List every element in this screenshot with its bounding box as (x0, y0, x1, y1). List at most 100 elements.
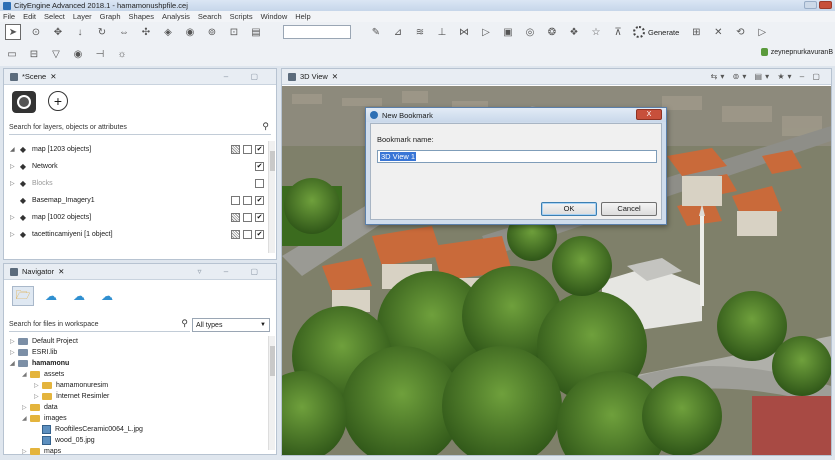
random-seed-icon[interactable]: ✕ (711, 25, 725, 39)
layer-row[interactable]: ▷ ◆ Blocks (10, 175, 266, 192)
frame-icon[interactable]: ⊚ (205, 25, 219, 39)
layout-icon[interactable]: ▤ (249, 25, 263, 39)
expand-arrow-icon[interactable]: ◢ (10, 360, 18, 367)
lock-checkbox[interactable] (231, 213, 240, 222)
pan-icon[interactable]: ◈ (161, 25, 175, 39)
camera-icon[interactable]: ◉ (71, 47, 85, 61)
expand-arrow-icon[interactable]: ◢ (22, 415, 30, 422)
align-icon[interactable]: ☆ (589, 25, 603, 39)
scene-tab[interactable]: *Scene ✕ – ▢ (4, 69, 276, 85)
cursor-icon[interactable]: ▷ (755, 25, 769, 39)
cloud-icon[interactable]: ☁ (96, 286, 118, 306)
layer-row[interactable]: ▷ ◆ tacettincamiyeni [1 object] (10, 226, 266, 243)
menu-analysis[interactable]: Analysis (162, 12, 190, 21)
tree-item[interactable]: ▷ Default Project (10, 336, 264, 347)
expand-arrow-icon[interactable]: ▷ (22, 448, 30, 455)
move-icon[interactable]: ✥ (51, 25, 65, 39)
search-icon[interactable]: ⚲ (262, 121, 269, 132)
ok-button[interactable]: OK (541, 202, 597, 216)
zoom-icon[interactable]: ◉ (183, 25, 197, 39)
filter-icon[interactable]: ▽ (49, 47, 63, 61)
close-tab-icon[interactable]: ✕ (332, 72, 338, 81)
open-folder-icon[interactable]: 🗁 (12, 286, 34, 306)
panel-controls[interactable]: – ▢ (224, 72, 268, 81)
draw-polygon-icon[interactable]: ⊿ (391, 25, 405, 39)
sun-icon[interactable]: ☼ (115, 47, 129, 61)
sync-cloud-icon[interactable]: ☁ (68, 286, 90, 306)
navigator-search-input[interactable]: Search for files in workspace ⚲ (9, 318, 190, 332)
navigator-tab[interactable]: Navigator ✕ ▿ – ▢ (4, 264, 276, 280)
cube-icon[interactable]: ▣ (501, 25, 515, 39)
menu-help[interactable]: Help (295, 12, 310, 21)
file-type-select[interactable]: All types ▼ (192, 318, 270, 332)
expand-arrow-icon[interactable]: ▷ (10, 180, 18, 187)
view-icon[interactable]: ⊟ (27, 47, 41, 61)
expand-arrow-icon[interactable]: ▷ (10, 349, 18, 356)
menu-layer[interactable]: Layer (73, 12, 92, 21)
lock-checkbox[interactable] (231, 145, 240, 154)
empty-checkbox[interactable] (243, 230, 252, 239)
menu-shapes[interactable]: Shapes (129, 12, 154, 21)
empty-checkbox[interactable] (231, 196, 240, 205)
menu-graph[interactable]: Graph (100, 12, 121, 21)
refresh-icon[interactable]: ⟲ (733, 25, 747, 39)
panel-controls[interactable]: ▿ – ▢ (198, 267, 268, 276)
ruler-icon[interactable]: ▭ (5, 47, 19, 61)
menu-scripts[interactable]: Scripts (230, 12, 253, 21)
bookmark-icon[interactable]: ⊣ (93, 47, 107, 61)
freehand-icon[interactable]: ≋ (413, 25, 427, 39)
menu-window[interactable]: Window (261, 12, 288, 21)
tree-item[interactable]: ▷ İnternet Resimler (10, 391, 264, 402)
empty-checkbox[interactable] (243, 213, 252, 222)
search-icon[interactable]: ⚲ (181, 318, 188, 329)
draw-street-icon[interactable]: ✎ (369, 25, 383, 39)
expand-arrow-icon[interactable]: ▷ (22, 404, 30, 411)
menu-file[interactable]: File (3, 12, 15, 21)
grow-streets-icon[interactable]: ⋈ (457, 25, 471, 39)
upload-cloud-icon[interactable]: ☁ (40, 286, 62, 306)
move-down-icon[interactable]: ↓ (73, 25, 87, 39)
tree-item[interactable]: ▷ hamamonuresim (10, 380, 264, 391)
generate-button[interactable]: Generate (633, 26, 679, 38)
visible-checkbox[interactable] (255, 230, 264, 239)
tree-item[interactable]: ▷ ESRI.lib (10, 347, 264, 358)
empty-checkbox[interactable] (243, 196, 252, 205)
scene-scrollbar-thumb[interactable] (270, 151, 275, 171)
expand-arrow-icon[interactable]: ▷ (10, 163, 18, 170)
visible-checkbox[interactable] (255, 145, 264, 154)
navigator-scrollbar-thumb[interactable] (270, 346, 275, 376)
terrain-icon[interactable]: ⊼ (611, 25, 625, 39)
bookmark-name-input[interactable]: 3D View 1 (377, 150, 657, 163)
close-tab-icon[interactable]: ✕ (58, 267, 64, 276)
menu-search[interactable]: Search (198, 12, 222, 21)
menu-edit[interactable]: Edit (23, 12, 36, 21)
frame-all-icon[interactable]: ⊡ (227, 25, 241, 39)
cancel-button[interactable]: Cancel (601, 202, 657, 216)
tree-item[interactable]: ◢ assets (10, 369, 264, 380)
menu-select[interactable]: Select (44, 12, 65, 21)
tree-item[interactable]: ▷ data (10, 402, 264, 413)
expand-arrow-icon[interactable]: ◢ (22, 371, 30, 378)
lock-checkbox[interactable] (231, 230, 240, 239)
sphere-icon[interactable]: ◎ (523, 25, 537, 39)
frame-select-icon[interactable]: ⊙ (29, 25, 43, 39)
viewport-tools[interactable]: ⇆▾ ⊚▾ ▤▾ ★▾ – ▢ (711, 72, 823, 81)
rotate-icon[interactable]: ↻ (95, 25, 109, 39)
tree-item[interactable]: ◢ hamamonu (10, 358, 264, 369)
texture-icon[interactable]: ❖ (567, 25, 581, 39)
dialog-close-button[interactable]: X (636, 109, 662, 120)
navigator-scrollbar[interactable] (268, 336, 275, 450)
layer-row[interactable]: ◆ Basemap_Imagery1 (10, 192, 266, 209)
cleanup-icon[interactable]: ❂ (545, 25, 559, 39)
tree-item[interactable]: ◢ images (10, 413, 264, 424)
close-tab-icon[interactable]: ✕ (50, 72, 56, 81)
minimize-button[interactable] (804, 1, 817, 9)
scene-scrollbar[interactable] (268, 141, 275, 253)
empty-checkbox[interactable] (255, 179, 264, 188)
add-layer-button[interactable]: + (48, 91, 68, 111)
visible-checkbox[interactable] (255, 196, 264, 205)
expand-arrow-icon[interactable]: ▷ (34, 393, 42, 400)
expand-arrow-icon[interactable]: ▷ (10, 338, 18, 345)
tree-item[interactable]: RooftilesCeramic0064_L.jpg (10, 424, 264, 435)
empty-checkbox[interactable] (243, 145, 252, 154)
